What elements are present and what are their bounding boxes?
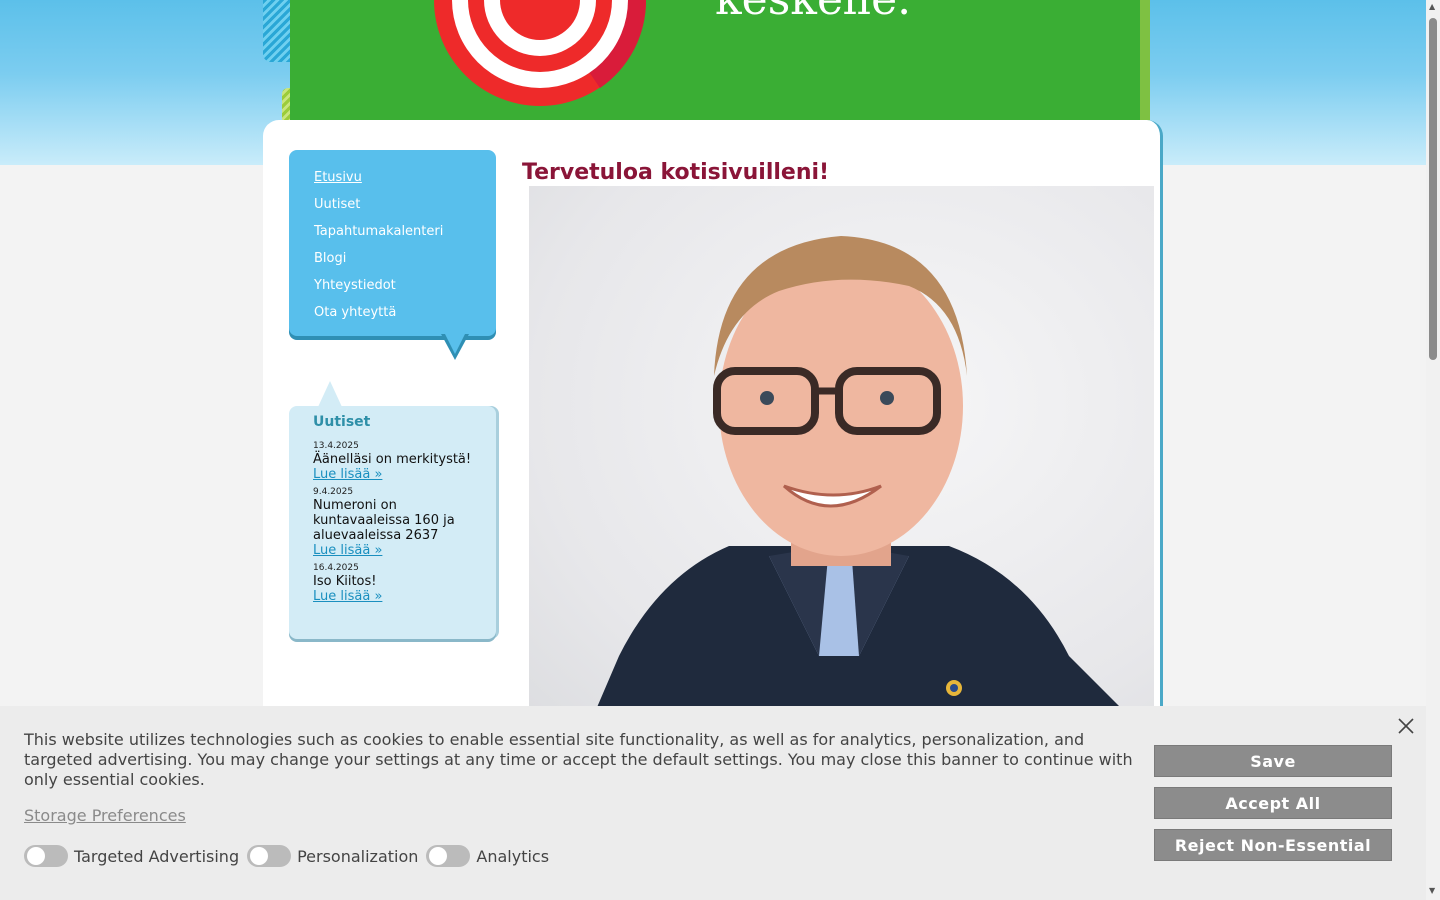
nav-item-tapahtumakalenteri[interactable]: Tapahtumakalenteri bbox=[314, 218, 496, 245]
toggle-switch[interactable] bbox=[247, 845, 292, 867]
close-icon[interactable] bbox=[1397, 717, 1415, 735]
header-banner: keskelle. bbox=[290, 0, 1150, 122]
cookie-description: This website utilizes technologies such … bbox=[24, 730, 1133, 789]
toggle-knob bbox=[27, 847, 45, 865]
scrollbar-thumb[interactable] bbox=[1429, 18, 1437, 360]
news-item: 16.4.2025 Iso Kiitos! Lue lisää » bbox=[313, 562, 486, 604]
toggle-label: Personalization bbox=[297, 846, 419, 866]
toggle-knob bbox=[250, 847, 269, 865]
toggle-switch[interactable] bbox=[426, 845, 471, 867]
main-navigation: Etusivu Uutiset Tapahtumakalenteri Blogi… bbox=[289, 150, 496, 336]
news-read-more-link[interactable]: Lue lisää » bbox=[313, 543, 486, 558]
nav-item-etusivu[interactable]: Etusivu bbox=[314, 164, 496, 191]
news-headline: Iso Kiitos! bbox=[313, 574, 377, 589]
toggle-switch[interactable] bbox=[24, 845, 68, 867]
reject-non-essential-button[interactable]: Reject Non-Essential bbox=[1154, 829, 1392, 861]
page-scrollbar[interactable]: ▲ ▼ bbox=[1426, 0, 1440, 900]
storage-preferences-link[interactable]: Storage Preferences bbox=[24, 806, 186, 825]
cookie-consent-banner: This website utilizes technologies such … bbox=[0, 706, 1426, 900]
news-speech-tip bbox=[318, 381, 342, 407]
page-title: Tervetuloa kotisivuilleni! bbox=[522, 160, 830, 185]
news-date: 9.4.2025 bbox=[313, 487, 354, 497]
news-read-more-link[interactable]: Lue lisää » bbox=[313, 467, 486, 482]
nav-item-ota-yhteytta[interactable]: Ota yhteyttä bbox=[314, 299, 496, 326]
news-date: 13.4.2025 bbox=[313, 441, 359, 451]
nav-item-blogi[interactable]: Blogi bbox=[314, 245, 496, 272]
accept-all-button[interactable]: Accept All bbox=[1154, 787, 1392, 819]
save-button[interactable]: Save bbox=[1154, 745, 1392, 777]
nav-speech-tail-inner bbox=[445, 334, 465, 354]
toggle-label: Targeted Advertising bbox=[74, 846, 240, 866]
news-title: Uutiset bbox=[313, 414, 371, 430]
news-item: 13.4.2025 Äänelläsi on merkitystä! Lue l… bbox=[313, 440, 486, 482]
toggle-knob bbox=[429, 847, 448, 865]
news-sidebar: Uutiset 13.4.2025 Äänelläsi on merkityst… bbox=[289, 406, 496, 639]
news-date: 16.4.2025 bbox=[313, 563, 359, 573]
toggle-analytics[interactable]: Analytics bbox=[426, 845, 549, 867]
scroll-up-arrow-icon[interactable]: ▲ bbox=[1429, 2, 1435, 11]
news-headline: Äänelläsi on merkitystä! bbox=[313, 452, 472, 467]
news-read-more-link[interactable]: Lue lisää » bbox=[313, 589, 486, 604]
toggle-targeted-advertising[interactable]: Targeted Advertising bbox=[24, 845, 239, 867]
news-headline: Numeroni on kuntavaaleissa 160 ja alueva… bbox=[313, 498, 455, 543]
portrait-photo bbox=[529, 186, 1154, 726]
news-item: 9.4.2025 Numeroni on kuntavaaleissa 160 … bbox=[313, 486, 486, 558]
target-logo-icon bbox=[434, 0, 647, 106]
toggle-personalization[interactable]: Personalization bbox=[247, 845, 418, 867]
nav-item-yhteystiedot[interactable]: Yhteystiedot bbox=[314, 272, 496, 299]
cookie-toggle-group: Targeted Advertising Personalization Ana… bbox=[24, 845, 557, 867]
scroll-down-arrow-icon[interactable]: ▼ bbox=[1429, 886, 1435, 895]
decorative-stripe bbox=[263, 0, 293, 62]
nav-item-uutiset[interactable]: Uutiset bbox=[314, 191, 496, 218]
portrait-illustration bbox=[589, 236, 1139, 726]
toggle-label: Analytics bbox=[476, 846, 550, 866]
header-tagline: keskelle. bbox=[715, 0, 911, 25]
